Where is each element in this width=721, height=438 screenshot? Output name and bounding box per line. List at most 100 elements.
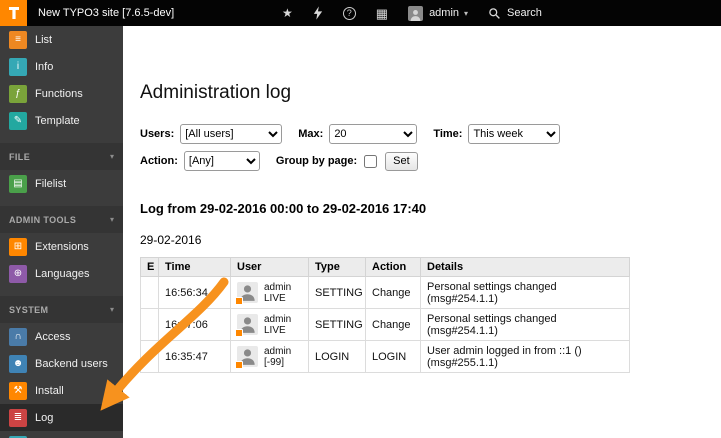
search-button[interactable]: Search: [478, 0, 552, 26]
site-title: New TYPO3 site [7.6.5-dev]: [38, 7, 175, 19]
topbar: New TYPO3 site [7.6.5-dev] ★ ? ▦ admin ▾…: [0, 0, 721, 26]
error-cell: [140, 340, 159, 373]
users-select[interactable]: [All users]: [180, 124, 283, 144]
sidebar-item-filelist[interactable]: ▤ Filelist: [0, 170, 123, 197]
user-name: admin: [429, 7, 460, 19]
header-error: E: [140, 257, 159, 277]
date-heading: 29-02-2016: [140, 233, 202, 247]
topbar-tools: ★ ? ▦ admin ▾ Search: [272, 0, 552, 26]
details-cell: Personal settings changed (msg#254.1.1): [420, 308, 630, 341]
install-module-icon: ⚒: [9, 381, 27, 400]
type-cell: SETTING: [308, 308, 366, 341]
clear-cache-button[interactable]: [303, 0, 333, 26]
sidebar-item-languages[interactable]: ⊕ Languages: [0, 260, 123, 287]
filelist-module-icon: ▤: [9, 174, 27, 193]
group-by-page-label: Group by page:: [275, 155, 358, 167]
action-cell: LOGIN: [365, 340, 421, 373]
chevron-down-icon: ▾: [109, 215, 114, 224]
backend-users-module-icon: ☻: [9, 354, 27, 373]
action-cell: Change: [365, 276, 421, 309]
sidebar-section-file[interactable]: FILE ▾: [0, 143, 123, 170]
error-cell: [140, 308, 159, 341]
sidebar-item-label: Log: [35, 411, 54, 424]
details-cell: Personal settings changed (msg#254.1.1): [420, 276, 630, 309]
sidebar-item-label: Languages: [35, 267, 90, 280]
time-cell: 16:47:06: [158, 308, 231, 341]
sidebar-section-admin-tools[interactable]: ADMIN TOOLS ▾: [0, 206, 123, 233]
chevron-down-icon: ▾: [109, 152, 114, 161]
time-cell: 16:56:34: [158, 276, 231, 309]
chevron-down-icon: ▾: [109, 305, 114, 314]
sidebar-item-log[interactable]: ≣ Log: [0, 404, 123, 431]
sidebar-item-backend-users[interactable]: ☻ Backend users: [0, 350, 123, 377]
modules-button[interactable]: ▦: [366, 0, 398, 26]
user-avatar-icon: [235, 346, 258, 369]
users-filter: Users: [All users]: [140, 124, 283, 144]
action-select[interactable]: [Any]: [183, 151, 260, 171]
action-label: Action:: [140, 155, 178, 167]
access-module-icon: ∩: [9, 327, 27, 346]
user-cell: admin [-99]: [230, 340, 309, 373]
typo3-logo[interactable]: [0, 0, 27, 26]
list-module-icon: ≡: [9, 30, 27, 49]
grid-icon: ▦: [375, 5, 389, 21]
help-button[interactable]: ?: [333, 0, 366, 26]
sidebar-item-db-check[interactable]: ▥ DB check: [0, 431, 123, 438]
module-menu: ≡ List i Info ƒ Functions ✎ Template FIL…: [0, 26, 123, 438]
type-cell: LOGIN: [308, 340, 366, 373]
avatar-overlay-badge: [235, 297, 243, 305]
time-cell: 16:35:47: [158, 340, 231, 373]
log-table: E Time User Type Action Details 16:56:34: [140, 257, 630, 373]
sidebar-item-label: Access: [35, 330, 71, 343]
time-select[interactable]: This week: [468, 124, 561, 144]
section-label: FILE: [9, 151, 31, 162]
sidebar-item-info[interactable]: i Info: [0, 53, 123, 80]
extensions-module-icon: ⊞: [9, 237, 27, 256]
section-label: SYSTEM: [9, 304, 49, 315]
header-action: Action: [365, 257, 421, 277]
action-filter: Action: [Any]: [140, 151, 260, 171]
header-user: User: [230, 257, 309, 277]
user-workspace: LIVE: [264, 324, 286, 336]
bolt-icon: [313, 6, 322, 20]
avatar-overlay-badge: [235, 329, 243, 337]
group-by-page-checkbox[interactable]: [364, 154, 378, 168]
sidebar-item-list[interactable]: ≡ List: [0, 26, 123, 53]
sidebar-item-access[interactable]: ∩ Access: [0, 323, 123, 350]
filter-row-1: Users: [All users] Max: 20 Time: This we…: [140, 124, 701, 144]
group-by-page-filter: Group by page: Set: [275, 151, 418, 171]
sidebar-item-label: Backend users: [35, 357, 108, 370]
bookmarks-button[interactable]: ★: [272, 0, 303, 26]
content-area: Administration log Users: [All users] Ma…: [123, 26, 721, 438]
user-cell: admin LIVE: [230, 276, 309, 309]
user-name: admin: [264, 281, 292, 293]
sidebar-item-extensions[interactable]: ⊞ Extensions: [0, 233, 123, 260]
typo3-backend-screen: New TYPO3 site [7.6.5-dev] ★ ? ▦ admin ▾…: [0, 0, 721, 438]
header-details: Details: [420, 257, 630, 277]
sidebar-item-label: Functions: [35, 87, 83, 100]
user-menu[interactable]: admin ▾: [398, 0, 478, 26]
details-cell: User admin logged in from ::1 () (msg#25…: [420, 340, 630, 373]
sidebar-item-functions[interactable]: ƒ Functions: [0, 80, 123, 107]
max-label: Max:: [298, 128, 324, 140]
sidebar-item-label: Install: [35, 384, 64, 397]
action-cell: Change: [365, 308, 421, 341]
sidebar-item-label: Info: [35, 60, 54, 73]
table-row: 16:56:34 admin LIVE SETTING Change Perso…: [140, 276, 630, 309]
log-module-icon: ≣: [9, 408, 27, 427]
filter-row-2: Action: [Any] Group by page: Set: [140, 151, 701, 171]
search-label: Search: [507, 7, 542, 19]
sidebar-item-install[interactable]: ⚒ Install: [0, 377, 123, 404]
users-label: Users:: [140, 128, 175, 140]
functions-module-icon: ƒ: [9, 84, 27, 103]
search-icon: [489, 7, 500, 19]
star-icon: ★: [282, 6, 293, 20]
sidebar-item-template[interactable]: ✎ Template: [0, 107, 123, 134]
max-filter: Max: 20: [298, 124, 418, 144]
max-select[interactable]: 20: [329, 124, 418, 144]
error-cell: [140, 276, 159, 309]
sidebar-section-system[interactable]: SYSTEM ▾: [0, 296, 123, 323]
template-module-icon: ✎: [9, 111, 27, 130]
user-workspace: [-99]: [264, 356, 285, 368]
set-button[interactable]: Set: [385, 151, 418, 171]
